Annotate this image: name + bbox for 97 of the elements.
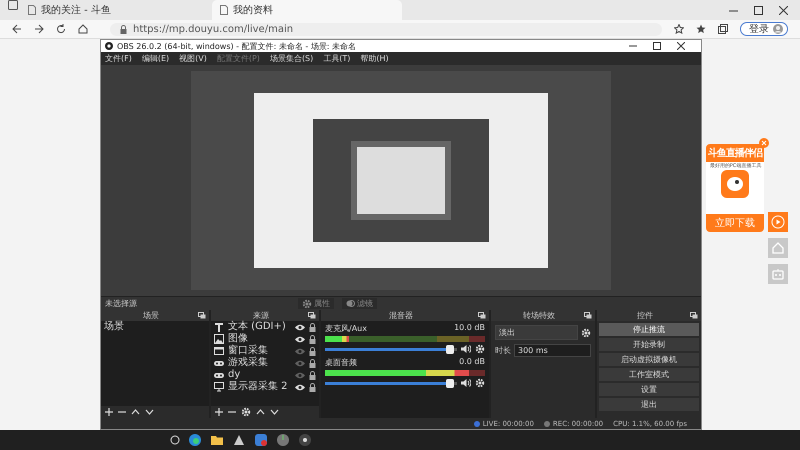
window-title: OBS 26.0.2 (64-bit, windows) - 配置文件: 未命名 - 场景: 未命名 (117, 40, 356, 52)
add-icon[interactable] (215, 408, 223, 416)
image-icon (214, 334, 224, 344)
app-icon[interactable] (276, 433, 290, 447)
dock-title: 转场特效 (522, 310, 556, 321)
undock-icon[interactable] (478, 312, 486, 319)
dock-title: 控件 (636, 310, 654, 321)
favorites-icon[interactable] (696, 24, 706, 34)
search-icon[interactable] (170, 435, 180, 445)
lock-icon[interactable] (309, 322, 316, 332)
ad-title: 斗鱼直播伴侣 (706, 144, 764, 162)
page-icon (220, 5, 228, 15)
undock-icon[interactable] (198, 312, 206, 319)
source-item[interactable]: 文本 (GDI+) (228, 321, 291, 333)
undock-icon[interactable] (584, 312, 592, 319)
visibility-eye-icon[interactable] (295, 324, 305, 330)
browser-icon[interactable] (188, 433, 202, 447)
source-item[interactable]: 窗口采集 (228, 345, 291, 357)
lock-icon[interactable] (309, 370, 316, 380)
avatar-icon (773, 24, 783, 34)
address-field[interactable]: https://mp.douyu.com/live/main (110, 22, 662, 36)
source-status-label: 未选择源 (105, 298, 138, 309)
duration-field[interactable]: 300 ms (514, 344, 591, 357)
obs-logo-icon[interactable] (298, 433, 312, 447)
control-button[interactable]: 启动虚拟摄像机 (599, 353, 699, 366)
source-item[interactable]: 图像 (228, 333, 291, 345)
undock-icon[interactable] (690, 312, 698, 319)
speaker-icon[interactable] (461, 378, 471, 388)
speaker-icon[interactable] (461, 344, 471, 354)
play-icon (771, 215, 785, 229)
properties-button[interactable]: 属性 (298, 298, 334, 309)
folder-icon[interactable] (210, 433, 224, 447)
filters-button[interactable]: 滤镜 (342, 298, 377, 309)
channel-reading: 10.0 dB (454, 323, 485, 334)
tab-actions-icon[interactable] (8, 0, 18, 10)
dock-title: 来源 (252, 310, 270, 321)
lock-icon[interactable] (309, 346, 316, 356)
lock-icon[interactable] (309, 382, 316, 392)
login-button[interactable]: 登录 (740, 22, 788, 36)
channel-reading: 0.0 dB (459, 357, 485, 368)
maximize-icon[interactable] (653, 42, 661, 50)
menu-item[interactable]: 文件(F) (105, 53, 132, 64)
source-item[interactable]: dy (228, 369, 291, 381)
control-button[interactable]: 开始录制 (599, 338, 699, 351)
menu-item[interactable]: 场景集合(S) (270, 53, 314, 64)
channel-name: 桌面音频 (325, 357, 357, 368)
app-icon[interactable] (232, 433, 246, 447)
dock-title: 混音器 (388, 310, 414, 321)
close-icon[interactable] (779, 6, 788, 14)
refresh-icon[interactable] (56, 24, 66, 34)
browser-tab[interactable]: 我的关注 - 斗鱼 (20, 0, 210, 20)
channel-name: 麦克风/Aux (325, 323, 367, 334)
filter-icon (346, 299, 355, 308)
dock-title: 场景 (142, 310, 160, 321)
control-button[interactable]: 停止推流 (599, 323, 699, 336)
duration-label: 时长 (495, 345, 511, 356)
live-dot-icon (474, 420, 480, 426)
star-icon[interactable] (674, 24, 684, 34)
gamepad-icon (214, 358, 224, 368)
page-icon (28, 5, 36, 15)
visibility-eye-icon[interactable] (295, 384, 305, 390)
control-button[interactable]: 退出 (599, 398, 699, 411)
app-logo-icon (721, 170, 749, 198)
lock-icon[interactable] (309, 358, 316, 368)
lock-icon (120, 24, 127, 34)
move-down-icon[interactable] (145, 408, 154, 416)
browser-tab[interactable]: 我的资料 (212, 0, 402, 20)
text-icon (214, 322, 224, 332)
close-icon[interactable] (677, 42, 685, 50)
control-button[interactable]: 设置 (599, 383, 699, 396)
lock-icon[interactable] (309, 334, 316, 344)
collections-icon[interactable] (718, 24, 728, 34)
move-up-icon[interactable] (131, 408, 140, 416)
back-icon[interactable] (12, 24, 22, 34)
menu-item[interactable]: 编辑(E) (142, 53, 170, 64)
scene-item[interactable]: 场景 (101, 321, 209, 333)
play-button[interactable] (768, 212, 788, 232)
move-up-icon[interactable] (256, 408, 265, 416)
menu-item[interactable]: 视图(V) (179, 53, 207, 64)
menu-item[interactable]: 工具(T) (323, 53, 350, 64)
control-button[interactable]: 工作室模式 (599, 368, 699, 381)
maximize-icon[interactable] (754, 6, 763, 14)
source-item[interactable]: 游戏采集 (228, 357, 291, 369)
window-icon (214, 346, 224, 356)
rec-dot-icon (544, 420, 550, 426)
transition-select[interactable]: 淡出 (495, 325, 578, 340)
forward-icon[interactable] (34, 24, 44, 34)
monitor-icon (214, 382, 224, 392)
source-item[interactable]: 显示器采集 2 (228, 381, 291, 393)
home-icon[interactable] (78, 24, 88, 34)
home-icon (771, 241, 785, 255)
menu-item[interactable]: 帮助(H) (360, 53, 389, 64)
gamepad-icon (214, 370, 224, 380)
move-down-icon[interactable] (270, 408, 279, 416)
undock-icon[interactable] (308, 312, 316, 319)
visibility-eye-icon[interactable] (295, 336, 305, 342)
add-icon[interactable] (105, 408, 113, 416)
